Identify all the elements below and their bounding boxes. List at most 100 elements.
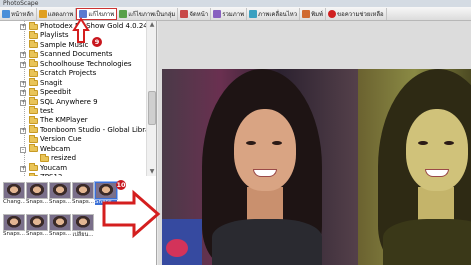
- expand-icon[interactable]: +: [20, 52, 26, 59]
- expand-icon[interactable]: +: [20, 61, 26, 68]
- tree-item-label: Youcam: [40, 163, 68, 172]
- tree-item-label: Scanned Documents: [40, 50, 113, 59]
- tree-item[interactable]: + Photodex ProShow Gold 4.0.2477: [0, 21, 156, 31]
- expand-icon[interactable]: +: [20, 99, 26, 106]
- thumbnail-image: [94, 181, 118, 200]
- tab-help[interactable]: ขอความช่วยเหลือ: [326, 7, 387, 20]
- home-icon: [2, 9, 10, 18]
- tab-editor[interactable]: แก้ไขภาพ: [76, 7, 118, 20]
- tab-print[interactable]: พิมพ์: [300, 7, 326, 20]
- folder-icon: [29, 163, 38, 172]
- tab-batch-editor[interactable]: แก้ไขภาพเป็นกลุ่ม: [117, 7, 179, 20]
- tree-item[interactable]: Scratch Projects: [0, 68, 146, 78]
- tab-page[interactable]: จัดหน้า: [178, 7, 212, 20]
- window-title: PhotoScape: [0, 0, 471, 7]
- expand-icon[interactable]: +: [20, 127, 26, 134]
- tree-item[interactable]: Version Cue: [0, 134, 146, 144]
- folder-icon: [29, 59, 38, 68]
- thumbnail-item[interactable]: Snaps...: [26, 214, 48, 237]
- main-toolbar: หน้าหลัก แสดงภาพ แก้ไขภาพ แก้ไขภาพเป็นกล…: [0, 7, 471, 21]
- thumbnail-image: [26, 182, 48, 199]
- tree-item[interactable]: + Youcam: [0, 163, 146, 173]
- folder-icon: [29, 106, 38, 115]
- thumbnail-caption: Snaps...: [3, 231, 25, 237]
- folder-icon: [29, 115, 38, 124]
- folder-icon: [29, 49, 38, 58]
- thumbnail-caption: Snaps...: [26, 199, 48, 205]
- tree-item-label: Toonboom Studio - Global Library 4.0: [40, 125, 157, 134]
- scroll-down-icon[interactable]: ▼: [148, 168, 156, 176]
- tree-item[interactable]: + Toonboom Studio - Global Library 4.0: [0, 125, 156, 135]
- editor-icon: [79, 9, 88, 18]
- thumbnail-item[interactable]: Snaps...: [49, 182, 71, 205]
- tree-item[interactable]: + Schoolhouse Technologies: [0, 59, 146, 69]
- tree-item-label: Snagit: [40, 78, 63, 87]
- folder-icon: [40, 153, 49, 162]
- tree-item[interactable]: The KMPlayer: [0, 115, 146, 125]
- tree-item-label: resized: [51, 154, 77, 163]
- tree-item[interactable]: - Webcam: [0, 144, 146, 154]
- folder-icon: [29, 144, 38, 153]
- tree-item[interactable]: resized: [0, 153, 146, 163]
- animated-gif-icon: [249, 9, 258, 18]
- tree-scrollbar[interactable]: ▲ ▼: [146, 21, 156, 176]
- tree-item-label: The KMPlayer: [40, 116, 88, 125]
- thumbnail-caption: เปลี่ยน...: [72, 232, 94, 238]
- folder-icon: [29, 97, 38, 105]
- folder-icon: [29, 87, 38, 96]
- thumbnail-image: [49, 182, 71, 199]
- collapse-icon[interactable]: -: [20, 146, 26, 153]
- folder-icon: [29, 30, 38, 39]
- scrollbar-thumb[interactable]: [148, 91, 156, 125]
- tree-item[interactable]: Sample Music: [0, 40, 146, 50]
- thumbnail-item[interactable]: เปลี่ยน...: [72, 214, 94, 239]
- folder-icon: [29, 125, 38, 134]
- tree-item[interactable]: + Snagit: [0, 78, 146, 88]
- tab-editor-label: แก้ไขภาพ: [88, 10, 115, 18]
- thumbnail-item[interactable]: Snaps...: [94, 181, 118, 205]
- thumbnail-caption: Snaps...: [49, 231, 71, 237]
- expand-icon[interactable]: +: [20, 80, 26, 87]
- preview-canvas: [162, 69, 471, 265]
- tree-item[interactable]: test: [0, 106, 146, 116]
- thumbnail-image: [3, 182, 25, 199]
- folder-icon: [29, 134, 38, 143]
- thumbnail-item[interactable]: Chang...: [3, 182, 25, 205]
- scroll-up-icon[interactable]: ▲: [148, 21, 156, 29]
- expand-icon[interactable]: +: [20, 90, 26, 97]
- tab-home-label: หน้าหลัก: [11, 10, 34, 18]
- tab-print-label: พิมพ์: [311, 10, 323, 18]
- thumbnail-caption: Snaps...: [95, 199, 117, 205]
- thumbnail-item[interactable]: Snaps...: [3, 214, 25, 237]
- tree-item-label: Playlists: [40, 31, 69, 40]
- thumbnail-item[interactable]: Snaps...: [26, 182, 48, 205]
- thumbnail-caption: Snaps...: [49, 199, 71, 205]
- folder-icon: [29, 40, 38, 49]
- tab-viewer[interactable]: แสดงภาพ: [37, 7, 77, 20]
- thumbnail-image: [72, 214, 94, 231]
- thumbnail-image: [26, 214, 48, 231]
- tree-item[interactable]: Playlists: [0, 30, 146, 40]
- help-icon: [328, 9, 336, 18]
- thumbnail-caption: Snaps...: [72, 199, 94, 205]
- tree-item[interactable]: + SQL Anywhere 9: [0, 97, 146, 107]
- tree-item[interactable]: + Speedbit: [0, 87, 146, 97]
- tab-combine[interactable]: รวมภาพ: [211, 7, 248, 20]
- tab-home[interactable]: หน้าหลัก: [0, 7, 37, 20]
- tab-animated-gif[interactable]: ภาพเคลื่อนไหว: [247, 7, 301, 20]
- tree-item-label: Version Cue: [40, 135, 82, 144]
- tree-item-label: Photodex ProShow Gold 4.0.2477: [40, 22, 157, 30]
- tab-page-label: จัดหน้า: [189, 10, 209, 18]
- tree-item-label: Sample Music: [40, 40, 89, 49]
- preview-photo-filtered: [358, 69, 471, 265]
- expand-icon[interactable]: +: [20, 24, 26, 30]
- thumbnail-item[interactable]: Snaps...: [49, 214, 71, 237]
- image-preview: [158, 21, 471, 265]
- tree-item[interactable]: + Scanned Documents: [0, 49, 146, 59]
- tree-item-label: test: [40, 106, 54, 115]
- thumbnail-item[interactable]: Snaps...: [72, 182, 94, 205]
- preview-photo: [162, 69, 358, 265]
- expand-icon[interactable]: +: [20, 165, 26, 172]
- annotation-marker-9: 9: [92, 37, 102, 47]
- tab-viewer-label: แสดงภาพ: [47, 10, 74, 18]
